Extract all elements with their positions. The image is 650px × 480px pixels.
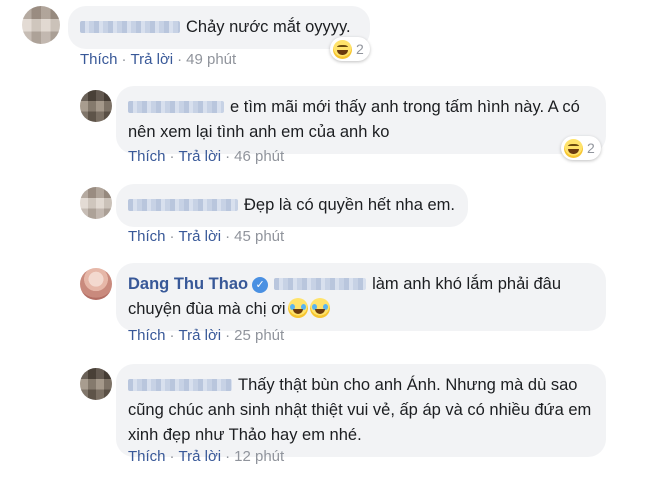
- comment-actions: Thích · Trả lời · 45 phút: [128, 228, 284, 245]
- like-link[interactable]: Thích: [80, 51, 118, 68]
- verified-check-icon: ✓: [252, 277, 269, 293]
- like-link[interactable]: Thích: [128, 448, 166, 465]
- comment-text: Chảy nước mắt oyyyy.: [186, 18, 351, 36]
- blurred-author-name[interactable]: [128, 379, 232, 391]
- avatar[interactable]: [80, 187, 112, 219]
- laugh-reaction-icon: [333, 39, 352, 59]
- comment-bubble: Thấy thật bùn cho anh Ánh. Nhưng mà dù s…: [116, 364, 606, 457]
- separator: ·: [169, 228, 175, 245]
- timestamp[interactable]: 45 phút: [234, 228, 284, 245]
- reply-link[interactable]: Trả lời: [179, 148, 222, 165]
- avatar[interactable]: [22, 6, 60, 44]
- avatar[interactable]: [80, 90, 112, 122]
- reply-link[interactable]: Trả lời: [179, 228, 222, 245]
- avatar[interactable]: [80, 368, 112, 400]
- timestamp[interactable]: 25 phút: [234, 327, 284, 344]
- separator: ·: [121, 51, 127, 68]
- separator: ·: [169, 448, 175, 465]
- comment-actions: Thích · Trả lời · 12 phút: [128, 448, 284, 465]
- separator: ·: [225, 148, 231, 165]
- separator: ·: [177, 51, 183, 68]
- comment-bubble: e tìm mãi mới thấy anh trong tấm hình nà…: [116, 86, 606, 154]
- tears-of-joy-emoji-icon: [309, 298, 330, 318]
- separator: ·: [169, 327, 175, 344]
- timestamp[interactable]: 46 phút: [234, 148, 284, 165]
- separator: ·: [225, 327, 231, 344]
- blurred-author-name[interactable]: [80, 21, 180, 33]
- tears-of-joy-emoji-icon: [287, 298, 308, 318]
- like-link[interactable]: Thích: [128, 327, 166, 344]
- blurred-author-name[interactable]: [128, 101, 224, 113]
- comment-bubble: Chảy nước mắt oyyyy.: [68, 6, 370, 49]
- reaction-badge[interactable]: 2: [330, 37, 370, 61]
- laugh-reaction-icon: [564, 138, 583, 158]
- like-link[interactable]: Thích: [128, 148, 166, 165]
- timestamp[interactable]: 49 phút: [186, 51, 236, 68]
- author-name[interactable]: Dang Thu Thao: [128, 275, 248, 293]
- reaction-badge[interactable]: 2: [561, 136, 601, 160]
- comment-actions: Thích · Trả lời · 46 phút: [128, 148, 284, 165]
- reply-link[interactable]: Trả lời: [131, 51, 174, 68]
- comment-bubble: Dang Thu Thao ✓ làm anh khó lắm phải đâu c…: [116, 263, 606, 331]
- comment-actions: Thích · Trả lời · 25 phút: [128, 327, 284, 344]
- timestamp[interactable]: 12 phút: [234, 448, 284, 465]
- separator: ·: [225, 228, 231, 245]
- reply-link[interactable]: Trả lời: [179, 448, 222, 465]
- comment-actions: Thích · Trả lời · 49 phút: [80, 51, 236, 68]
- separator: ·: [225, 448, 231, 465]
- like-link[interactable]: Thích: [128, 228, 166, 245]
- reaction-count: 2: [587, 140, 595, 156]
- avatar[interactable]: [80, 268, 112, 300]
- blurred-tagged-name[interactable]: [274, 278, 367, 290]
- blurred-author-name[interactable]: [128, 199, 238, 211]
- reply-link[interactable]: Trả lời: [179, 327, 222, 344]
- reaction-count: 2: [356, 41, 364, 57]
- comment-bubble: Đẹp là có quyền hết nha em.: [116, 184, 468, 227]
- separator: ·: [169, 148, 175, 165]
- comment-text: Đẹp là có quyền hết nha em.: [244, 196, 455, 214]
